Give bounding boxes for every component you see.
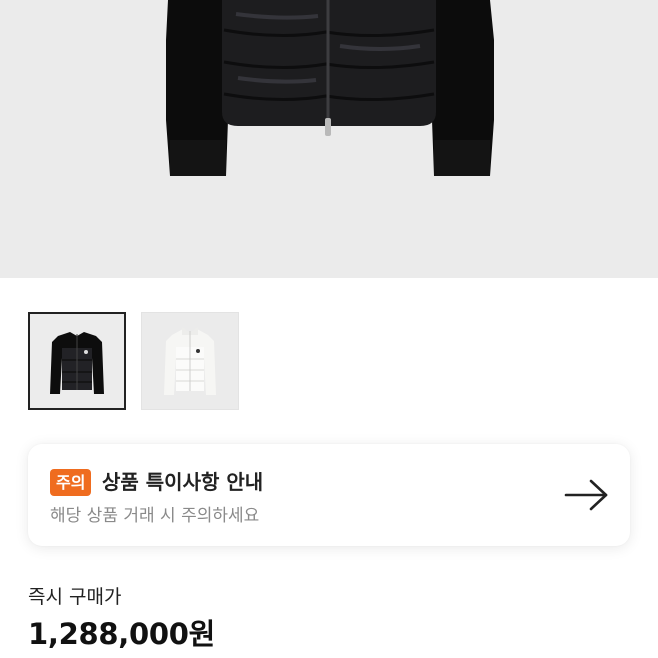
- product-notice-card[interactable]: 주의 상품 특이사항 안내 해당 상품 거래 시 주의하세요: [28, 444, 630, 546]
- instant-buy-price: 1,288,000원: [28, 617, 215, 651]
- arrow-right-icon[interactable]: [564, 478, 610, 512]
- notice-title: 상품 특이사항 안내: [102, 470, 264, 494]
- product-main-image[interactable]: [0, 0, 658, 278]
- thumbnail-black-jacket[interactable]: [28, 312, 126, 410]
- white-jacket-thumbnail: [164, 327, 216, 395]
- jacket-illustration: [166, 0, 494, 176]
- black-jacket-thumbnail: [50, 332, 104, 394]
- notice-subtitle: 해당 상품 거래 시 주의하세요: [50, 506, 260, 526]
- caution-badge: 주의: [50, 469, 92, 496]
- instant-buy-price-label: 즉시 구매가: [28, 586, 122, 608]
- thumbnail-white-jacket[interactable]: [141, 312, 239, 410]
